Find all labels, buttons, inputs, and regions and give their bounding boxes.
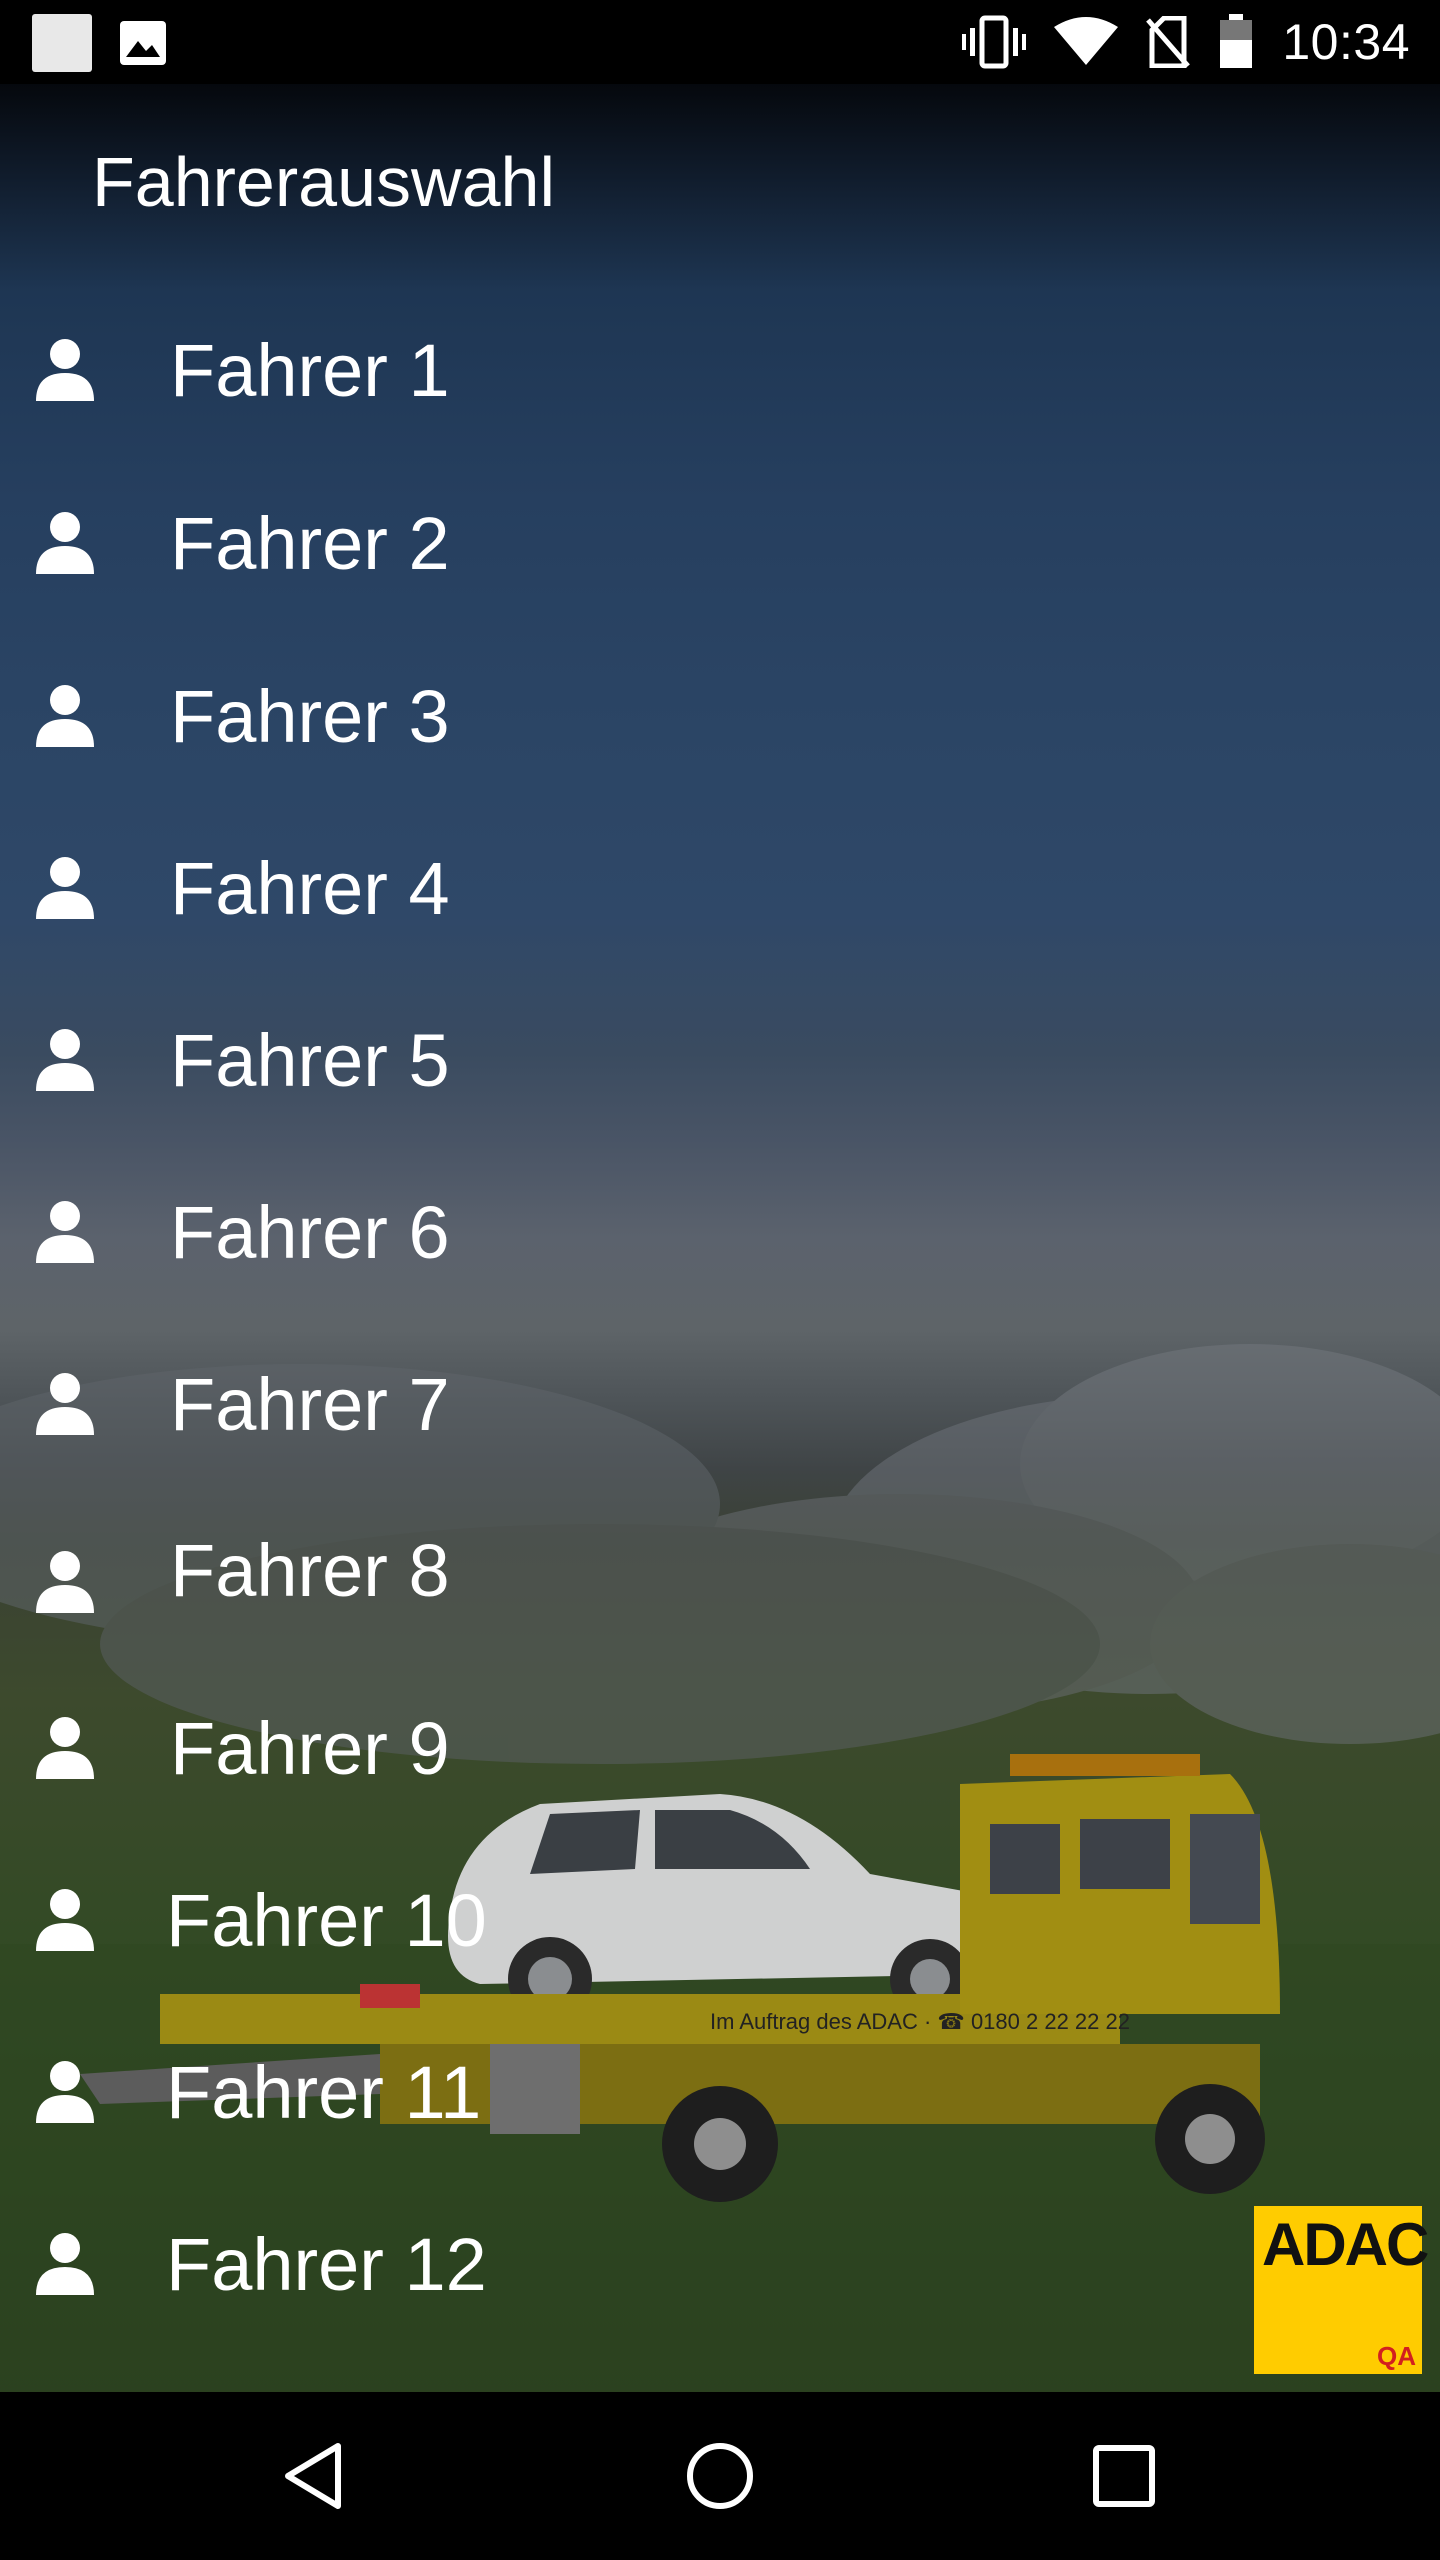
list-item[interactable]: Fahrer 1 xyxy=(0,296,1180,446)
navigation-bar xyxy=(0,2392,1440,2560)
driver-list: Fahrer 1 Fahrer 2 Fahrer 3 Fahrer 4 Fahr… xyxy=(0,84,1440,2392)
person-icon xyxy=(36,1717,94,1779)
person-icon xyxy=(36,1201,94,1263)
clock: 10:34 xyxy=(1282,14,1410,70)
driver-label: Fahrer 8 xyxy=(170,1529,450,1612)
driver-label: Fahrer 1 xyxy=(170,329,450,412)
notification-icons xyxy=(32,14,168,72)
driver-label: Fahrer 9 xyxy=(170,1707,450,1790)
driver-label: Fahrer 2 xyxy=(170,502,450,585)
person-icon xyxy=(36,685,94,747)
list-item[interactable]: Fahrer 9 xyxy=(0,1674,1180,1824)
list-item[interactable]: Fahrer 3 xyxy=(0,642,1180,792)
person-icon xyxy=(36,2233,94,2295)
adac-logo: ADAC QA xyxy=(1254,2206,1429,2374)
status-bar: 10:34 xyxy=(0,0,1440,84)
adac-logo-text: ADAC xyxy=(1262,2211,1429,2278)
system-status: 10:34 xyxy=(962,0,1410,84)
driver-label: Fahrer 4 xyxy=(170,847,450,930)
driver-label: Fahrer 11 xyxy=(166,2051,482,2134)
no-sim-icon xyxy=(1146,16,1191,68)
driver-label: Fahrer 3 xyxy=(170,675,450,758)
driver-label: Fahrer 10 xyxy=(166,1879,487,1962)
battery-icon xyxy=(1220,14,1253,68)
list-item[interactable]: Fahrer 4 xyxy=(0,814,1180,964)
image-icon xyxy=(120,21,166,65)
list-item[interactable]: Fahrer 10 xyxy=(0,1846,1180,1996)
notification-square-icon xyxy=(32,14,92,72)
driver-label: Fahrer 5 xyxy=(170,1019,450,1102)
person-icon xyxy=(36,2061,94,2123)
driver-label: Fahrer 12 xyxy=(166,2223,487,2306)
driver-label: Fahrer 7 xyxy=(170,1363,450,1446)
list-item[interactable]: Fahrer 7 xyxy=(0,1330,1180,1480)
home-icon[interactable] xyxy=(680,2436,760,2516)
driver-label: Fahrer 6 xyxy=(170,1191,450,1274)
vibrate-icon xyxy=(962,15,1027,69)
recents-icon[interactable] xyxy=(1084,2436,1164,2516)
back-icon[interactable] xyxy=(276,2436,356,2516)
list-item[interactable]: Fahrer 8 xyxy=(0,1496,1180,1646)
wifi-icon xyxy=(1054,17,1119,65)
list-item[interactable]: Fahrer 6 xyxy=(0,1158,1180,1308)
person-icon xyxy=(36,1373,94,1435)
person-icon xyxy=(36,512,94,574)
qa-label: QA xyxy=(1377,2341,1416,2371)
list-item[interactable]: Fahrer 5 xyxy=(0,986,1180,1136)
person-icon xyxy=(36,1551,94,1613)
person-icon xyxy=(36,1889,94,1951)
person-icon xyxy=(36,339,94,401)
list-item[interactable]: Fahrer 2 xyxy=(0,469,1180,619)
list-item[interactable]: Fahrer 11 xyxy=(0,2018,1180,2168)
person-icon xyxy=(36,1029,94,1091)
person-icon xyxy=(36,857,94,919)
driver-selection-screen: Im Auftrag des ADAC · ☎ 0180 2 22 22 22 … xyxy=(0,84,1440,2392)
list-item[interactable]: Fahrer 12 xyxy=(0,2190,1180,2340)
